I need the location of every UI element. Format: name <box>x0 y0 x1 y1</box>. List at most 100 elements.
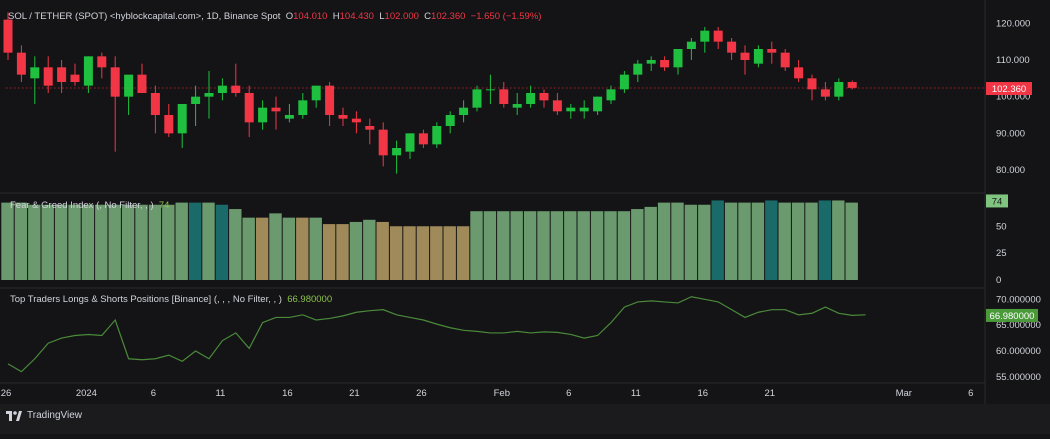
candle-body <box>124 74 134 97</box>
candle-body <box>217 85 227 93</box>
candle-body <box>311 85 321 101</box>
fng-bar <box>684 204 698 280</box>
candle-body <box>767 49 777 53</box>
time-tick-label: 6 <box>151 388 156 399</box>
candle-body <box>43 67 53 86</box>
fng-bar <box>108 204 121 280</box>
candle-body <box>244 93 254 123</box>
fng-bar <box>791 202 805 280</box>
candle-body <box>392 148 402 156</box>
price-tick-label: 90.000 <box>996 128 1025 139</box>
fng-bar <box>604 211 617 280</box>
fng-bar <box>698 204 711 280</box>
time-tick-label: 11 <box>631 388 641 399</box>
traders-last-label: 66.980000 <box>990 311 1035 322</box>
fng-bar <box>510 211 523 280</box>
fng-legend: Fear & Greed Index (, No Filter, , ) 74 <box>10 200 169 211</box>
candle-body <box>753 49 763 64</box>
traders-legend: Top Traders Longs & Shorts Positions [Bi… <box>10 294 332 305</box>
traders-title[interactable]: Top Traders Longs & Shorts Positions [Bi… <box>10 294 282 305</box>
time-tick-label: 16 <box>282 388 293 399</box>
fng-bar <box>483 211 497 280</box>
candle-body <box>378 129 388 156</box>
candle-body <box>485 89 495 91</box>
candle-body <box>794 67 804 79</box>
traders-tick-label: 60.000000 <box>996 346 1041 357</box>
fng-bar <box>269 213 282 280</box>
candle-body <box>351 118 361 123</box>
fng-bar <box>322 224 336 280</box>
traders-tick-label: 70.000000 <box>996 294 1041 305</box>
close-value: 102.360 <box>431 11 466 22</box>
candle-body <box>271 107 281 112</box>
fng-bar <box>845 202 858 280</box>
candle-body <box>57 67 67 82</box>
fng-bar <box>215 204 229 280</box>
candle-body <box>740 52 750 60</box>
fng-bar <box>54 204 68 280</box>
candle-body <box>820 89 830 97</box>
fng-bar <box>1 202 14 280</box>
candle-body <box>150 93 160 115</box>
fng-bar <box>135 204 148 280</box>
symbol-title[interactable]: SOL / TETHER (SPOT) <hyblockcapital.com>… <box>8 11 280 22</box>
candle-body <box>445 115 455 126</box>
fng-bar <box>430 226 443 280</box>
candle-body <box>405 133 415 152</box>
tradingview-logo-icon <box>6 410 22 421</box>
fng-value: 74 <box>158 200 170 211</box>
fng-bar <box>255 217 269 280</box>
candle-body <box>566 107 576 112</box>
candle-body <box>137 74 147 93</box>
candle-body <box>16 52 26 75</box>
candle-body <box>713 30 723 42</box>
fng-bar <box>68 204 81 280</box>
tradingview-logo[interactable]: TradingView <box>6 410 82 421</box>
footer-bar <box>0 404 1050 434</box>
candle-body <box>526 93 536 104</box>
candle-body <box>177 104 187 134</box>
candle-body <box>365 126 375 130</box>
candle-body <box>633 63 643 75</box>
fng-bar <box>148 204 162 280</box>
candle-body <box>619 74 629 90</box>
fng-bar <box>818 200 832 280</box>
last-price-label: 102.360 <box>992 84 1026 95</box>
fng-bar <box>175 202 188 280</box>
candle-body <box>660 60 670 68</box>
candle-body <box>606 89 616 101</box>
candle-body <box>780 52 790 68</box>
fng-bar <box>537 211 550 280</box>
fng-bar <box>242 217 255 280</box>
candle-body <box>593 96 603 112</box>
time-tick-label: 21 <box>765 388 776 399</box>
time-tick-label: 26 <box>416 388 427 399</box>
candle-body <box>298 100 308 115</box>
fng-bar <box>389 226 403 280</box>
fng-bar <box>202 202 215 280</box>
chart-frame: 120.000 110.000 100.000 90.000 80.000 102.360… <box>0 0 1050 434</box>
fng-bar <box>416 226 430 280</box>
chart-canvas[interactable]: 120.000110.000100.00090.00080.000102.360… <box>0 0 1050 434</box>
price-tick-label: 120.000 <box>996 18 1030 29</box>
fng-tick-label: 25 <box>996 248 1007 259</box>
fng-bar <box>188 202 202 280</box>
traders-series-line <box>7 296 866 373</box>
fng-bar <box>765 200 778 280</box>
fng-bar <box>229 209 242 280</box>
fng-bar <box>724 202 738 280</box>
candle-body <box>472 89 482 108</box>
fng-title[interactable]: Fear & Greed Index (, No Filter, , ) <box>10 200 154 211</box>
candle-body <box>459 107 469 115</box>
fng-bar <box>296 217 309 280</box>
candle-body <box>338 115 348 119</box>
candle-body <box>579 107 589 112</box>
candle-body <box>3 19 13 53</box>
fng-bar <box>282 217 296 280</box>
change-value: −1.650 (−1.59%) <box>470 11 542 22</box>
fng-bar <box>832 200 845 280</box>
candle-body <box>164 115 174 134</box>
candle-body <box>673 49 683 68</box>
time-tick-label: 6 <box>968 388 973 399</box>
fng-bar <box>671 202 684 280</box>
